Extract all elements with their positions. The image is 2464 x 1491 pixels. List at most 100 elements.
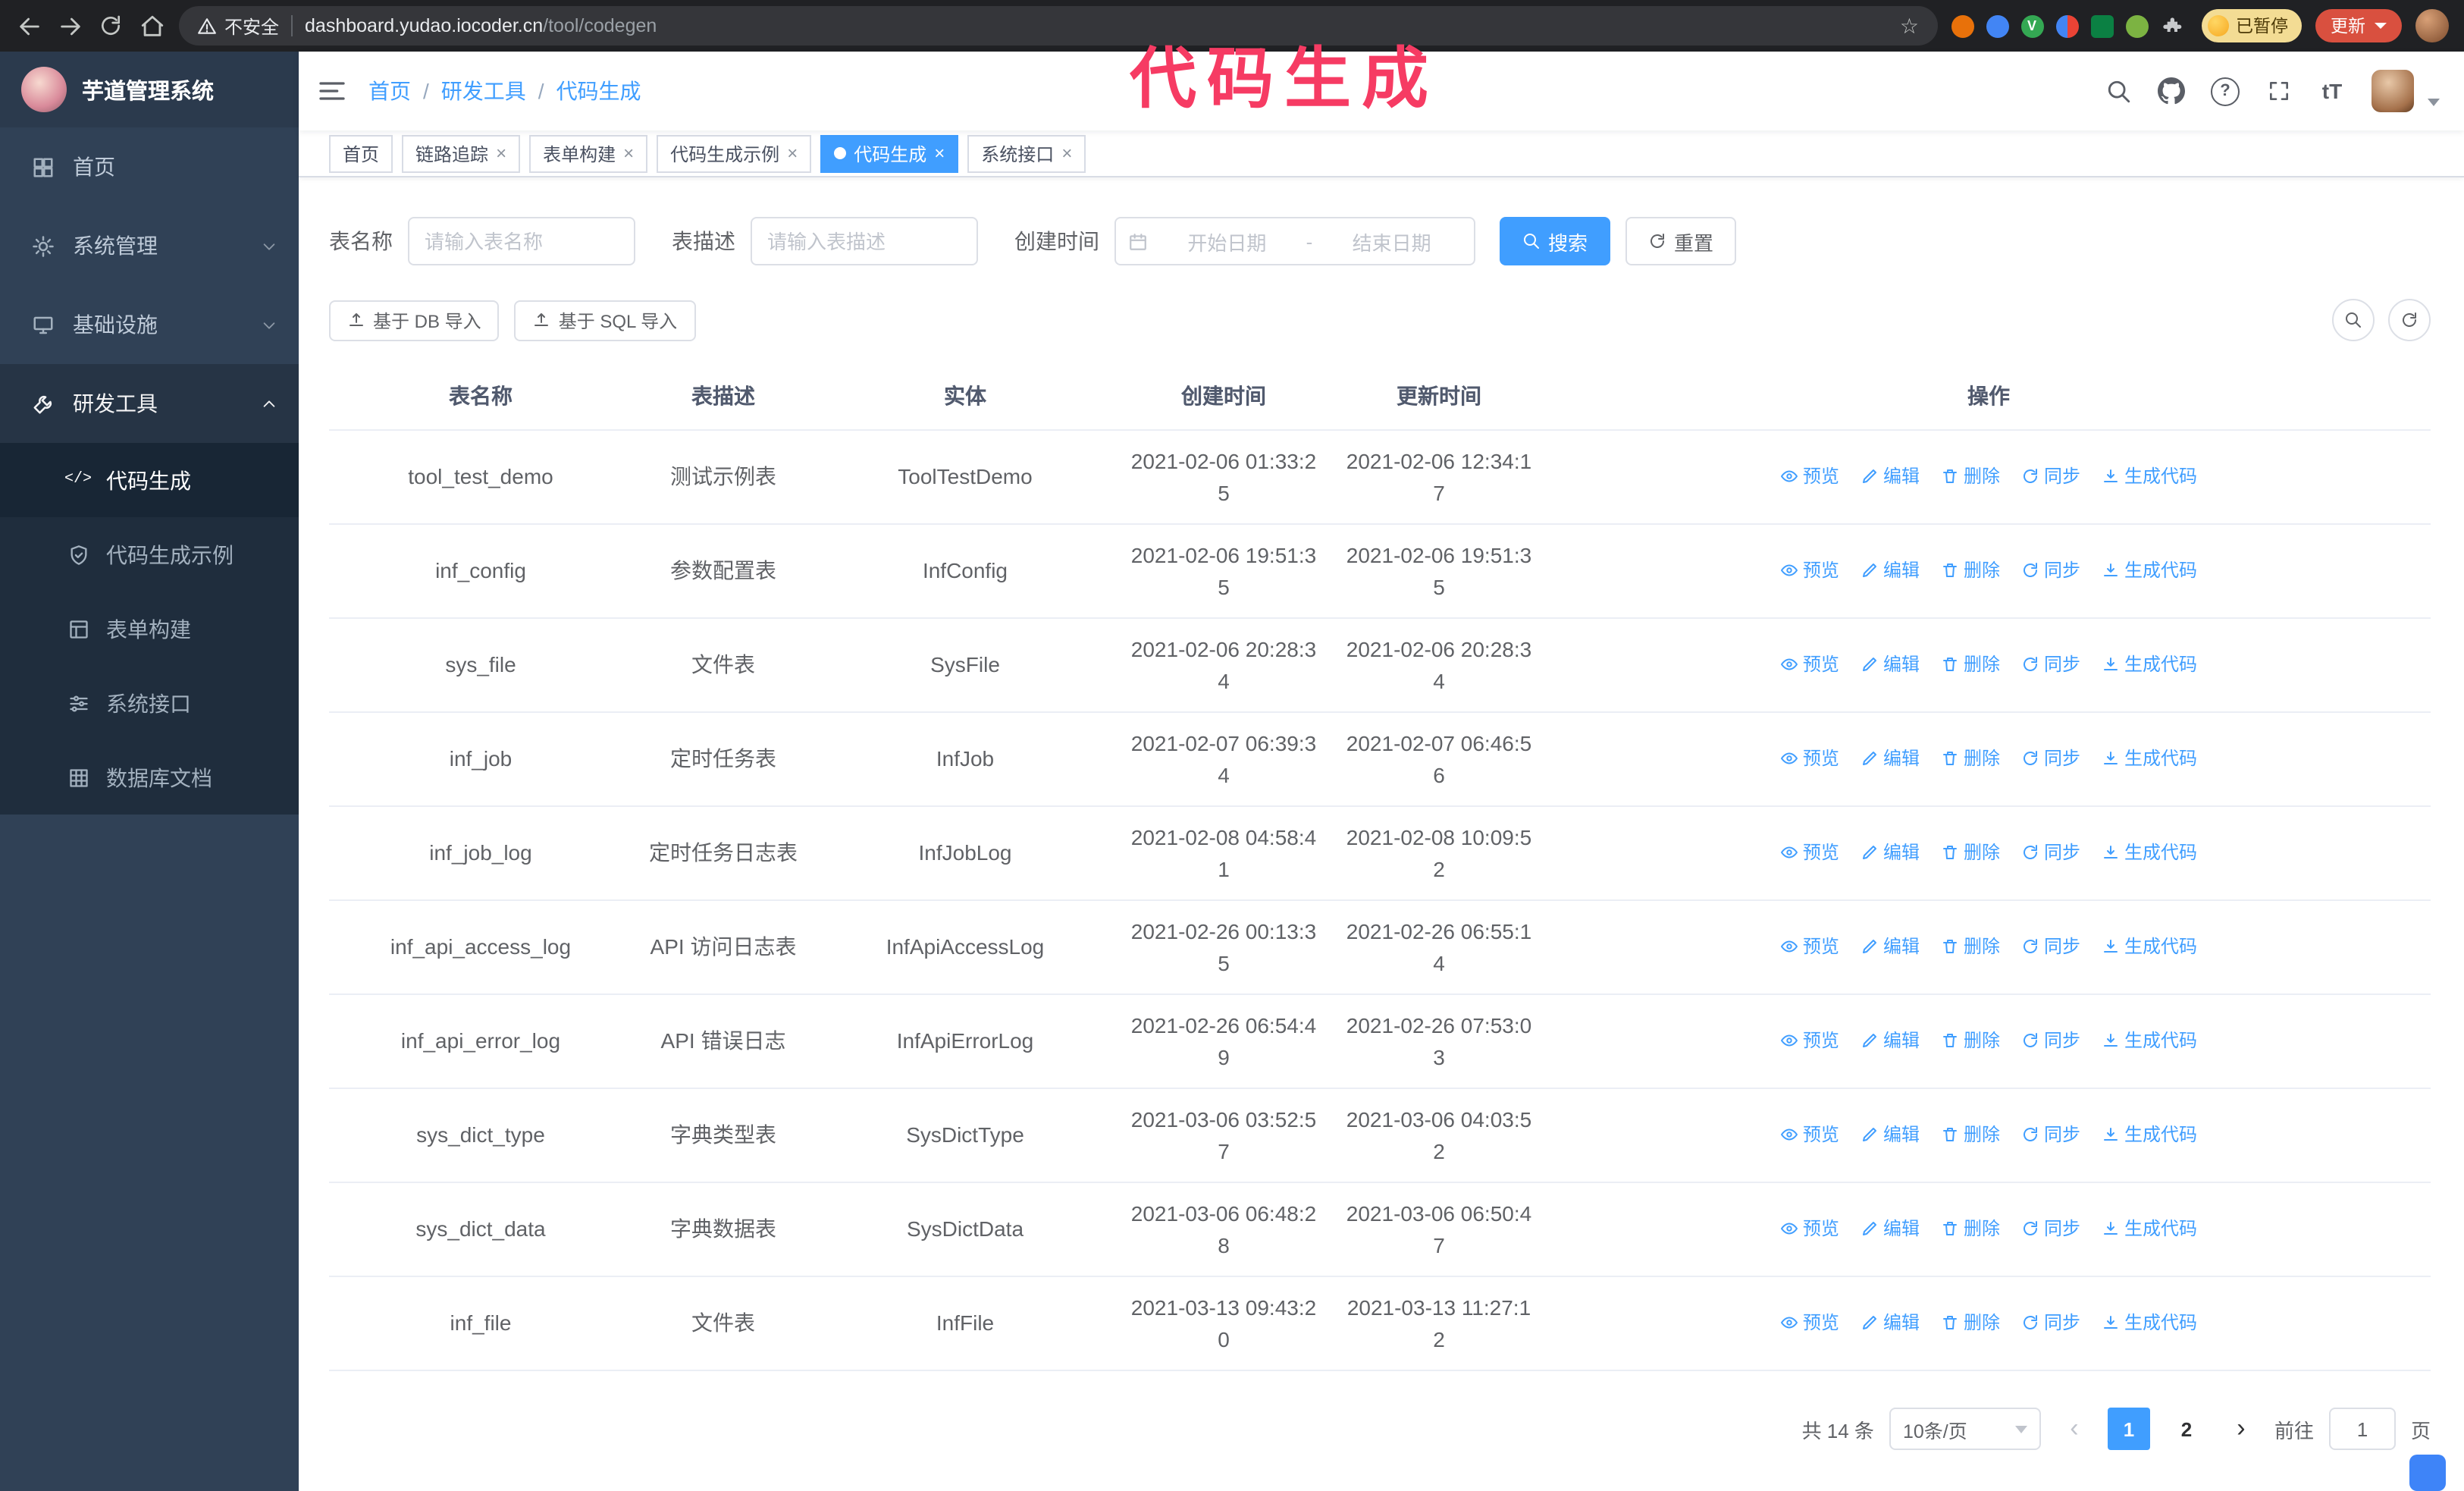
delete-link[interactable]: 删除 <box>1941 1216 2000 1243</box>
help-icon[interactable]: ? <box>2211 77 2240 105</box>
edit-link[interactable]: 编辑 <box>1861 934 1920 961</box>
close-icon[interactable]: × <box>1061 144 1072 162</box>
close-icon[interactable]: × <box>934 144 945 162</box>
search-toggle-icon[interactable] <box>2332 299 2375 341</box>
refresh-icon[interactable] <box>97 12 124 39</box>
import-sql-button[interactable]: 基于 SQL 导入 <box>514 300 696 341</box>
sidebar-item-system-api[interactable]: 系统接口 <box>0 666 299 740</box>
edit-link[interactable]: 编辑 <box>1861 840 1920 867</box>
date-range-input[interactable]: 开始日期 - 结束日期 <box>1114 217 1475 265</box>
back-icon[interactable] <box>15 12 42 39</box>
preview-link[interactable]: 预览 <box>1780 1028 1839 1055</box>
delete-link[interactable]: 删除 <box>1941 746 2000 773</box>
sync-link[interactable]: 同步 <box>2021 1311 2080 1337</box>
preview-link[interactable]: 预览 <box>1780 746 1839 773</box>
delete-link[interactable]: 删除 <box>1941 840 2000 867</box>
edit-link[interactable]: 编辑 <box>1861 746 1920 773</box>
home-icon[interactable] <box>138 12 165 39</box>
next-page-button[interactable]: › <box>2223 1408 2259 1450</box>
generate-code-link[interactable]: 生成代码 <box>2102 558 2197 585</box>
sync-link[interactable]: 同步 <box>2021 934 2080 961</box>
refresh-table-icon[interactable] <box>2388 299 2431 341</box>
user-avatar[interactable] <box>2372 70 2414 112</box>
edit-link[interactable]: 编辑 <box>1861 652 1920 679</box>
preview-link[interactable]: 预览 <box>1780 1122 1839 1149</box>
sidebar-item-codegen[interactable]: </> 代码生成 <box>0 443 299 517</box>
tab-tracing[interactable]: 链路追踪 × <box>402 134 521 172</box>
delete-link[interactable]: 删除 <box>1941 652 2000 679</box>
paused-badge[interactable]: 已暂停 <box>2201 9 2302 42</box>
sync-link[interactable]: 同步 <box>2021 1028 2080 1055</box>
extension-icon[interactable]: V <box>2020 14 2043 37</box>
generate-code-link[interactable]: 生成代码 <box>2102 652 2197 679</box>
breadcrumb-home[interactable]: 首页 <box>368 76 411 106</box>
update-button[interactable]: 更新 <box>2315 9 2402 42</box>
edit-link[interactable]: 编辑 <box>1861 1028 1920 1055</box>
fullscreen-icon[interactable] <box>2265 77 2293 105</box>
import-db-button[interactable]: 基于 DB 导入 <box>329 300 500 341</box>
tab-home[interactable]: 首页 <box>329 134 393 172</box>
extension-icon[interactable] <box>1951 14 1973 37</box>
extension-icon[interactable] <box>2090 14 2113 37</box>
page-size-select[interactable]: 10条/页 <box>1889 1408 2041 1450</box>
preview-link[interactable]: 预览 <box>1780 840 1839 867</box>
table-name-input[interactable] <box>408 217 635 265</box>
delete-link[interactable]: 删除 <box>1941 1311 2000 1337</box>
sidebar-item-dev-tools[interactable]: 研发工具 <box>0 364 299 443</box>
github-icon[interactable] <box>2158 77 2185 105</box>
preview-link[interactable]: 预览 <box>1780 464 1839 491</box>
edit-link[interactable]: 编辑 <box>1861 464 1920 491</box>
delete-link[interactable]: 删除 <box>1941 934 2000 961</box>
search-icon[interactable] <box>2105 77 2132 105</box>
sidebar-item-db-doc[interactable]: 数据库文档 <box>0 740 299 815</box>
goto-page-input[interactable] <box>2328 1408 2396 1450</box>
address-bar[interactable]: 不安全 dashboard.yudao.iocoder.cn/tool/code… <box>179 6 1937 46</box>
page-button-1[interactable]: 1 <box>2107 1408 2150 1450</box>
delete-link[interactable]: 删除 <box>1941 1122 2000 1149</box>
prev-page-button[interactable]: ‹ <box>2056 1408 2093 1450</box>
hamburger-icon[interactable] <box>317 76 347 106</box>
tab-codegen[interactable]: 代码生成 × <box>820 134 959 172</box>
tab-form-builder[interactable]: 表单构建 × <box>529 134 648 172</box>
extension-icon[interactable] <box>2125 14 2148 37</box>
search-button[interactable]: 搜索 <box>1500 217 1611 265</box>
edit-link[interactable]: 编辑 <box>1861 1311 1920 1337</box>
sidebar-item-system[interactable]: 系统管理 <box>0 206 299 285</box>
preview-link[interactable]: 预览 <box>1780 1216 1839 1243</box>
sync-link[interactable]: 同步 <box>2021 558 2080 585</box>
edit-link[interactable]: 编辑 <box>1861 558 1920 585</box>
preview-link[interactable]: 预览 <box>1780 652 1839 679</box>
browser-profile-avatar[interactable] <box>2415 9 2449 42</box>
sync-link[interactable]: 同步 <box>2021 840 2080 867</box>
close-icon[interactable]: × <box>623 144 634 162</box>
app-logo[interactable]: 芋道管理系统 <box>0 52 299 127</box>
breadcrumb-dev-tools[interactable]: 研发工具 <box>441 76 526 106</box>
generate-code-link[interactable]: 生成代码 <box>2102 934 2197 961</box>
sync-link[interactable]: 同步 <box>2021 1216 2080 1243</box>
security-warning[interactable]: 不安全 <box>197 13 279 39</box>
generate-code-link[interactable]: 生成代码 <box>2102 840 2197 867</box>
sync-link[interactable]: 同步 <box>2021 464 2080 491</box>
delete-link[interactable]: 删除 <box>1941 558 2000 585</box>
caret-down-icon[interactable] <box>2428 98 2440 105</box>
sidebar-item-codegen-example[interactable]: 代码生成示例 <box>0 517 299 592</box>
preview-link[interactable]: 预览 <box>1780 558 1839 585</box>
bookmark-star-icon[interactable]: ☆ <box>1900 13 1919 39</box>
generate-code-link[interactable]: 生成代码 <box>2102 1311 2197 1337</box>
preview-link[interactable]: 预览 <box>1780 1311 1839 1337</box>
delete-link[interactable]: 删除 <box>1941 1028 2000 1055</box>
close-icon[interactable]: × <box>787 144 798 162</box>
floating-widget[interactable] <box>2409 1455 2446 1491</box>
preview-link[interactable]: 预览 <box>1780 934 1839 961</box>
sync-link[interactable]: 同步 <box>2021 1122 2080 1149</box>
generate-code-link[interactable]: 生成代码 <box>2102 464 2197 491</box>
font-size-icon[interactable]: tT <box>2318 77 2346 105</box>
generate-code-link[interactable]: 生成代码 <box>2102 746 2197 773</box>
reset-button[interactable]: 重置 <box>1625 217 1737 265</box>
tab-codegen-example[interactable]: 代码生成示例 × <box>657 134 812 172</box>
generate-code-link[interactable]: 生成代码 <box>2102 1216 2197 1243</box>
sidebar-item-home[interactable]: 首页 <box>0 127 299 206</box>
sync-link[interactable]: 同步 <box>2021 746 2080 773</box>
close-icon[interactable]: × <box>496 144 506 162</box>
generate-code-link[interactable]: 生成代码 <box>2102 1122 2197 1149</box>
